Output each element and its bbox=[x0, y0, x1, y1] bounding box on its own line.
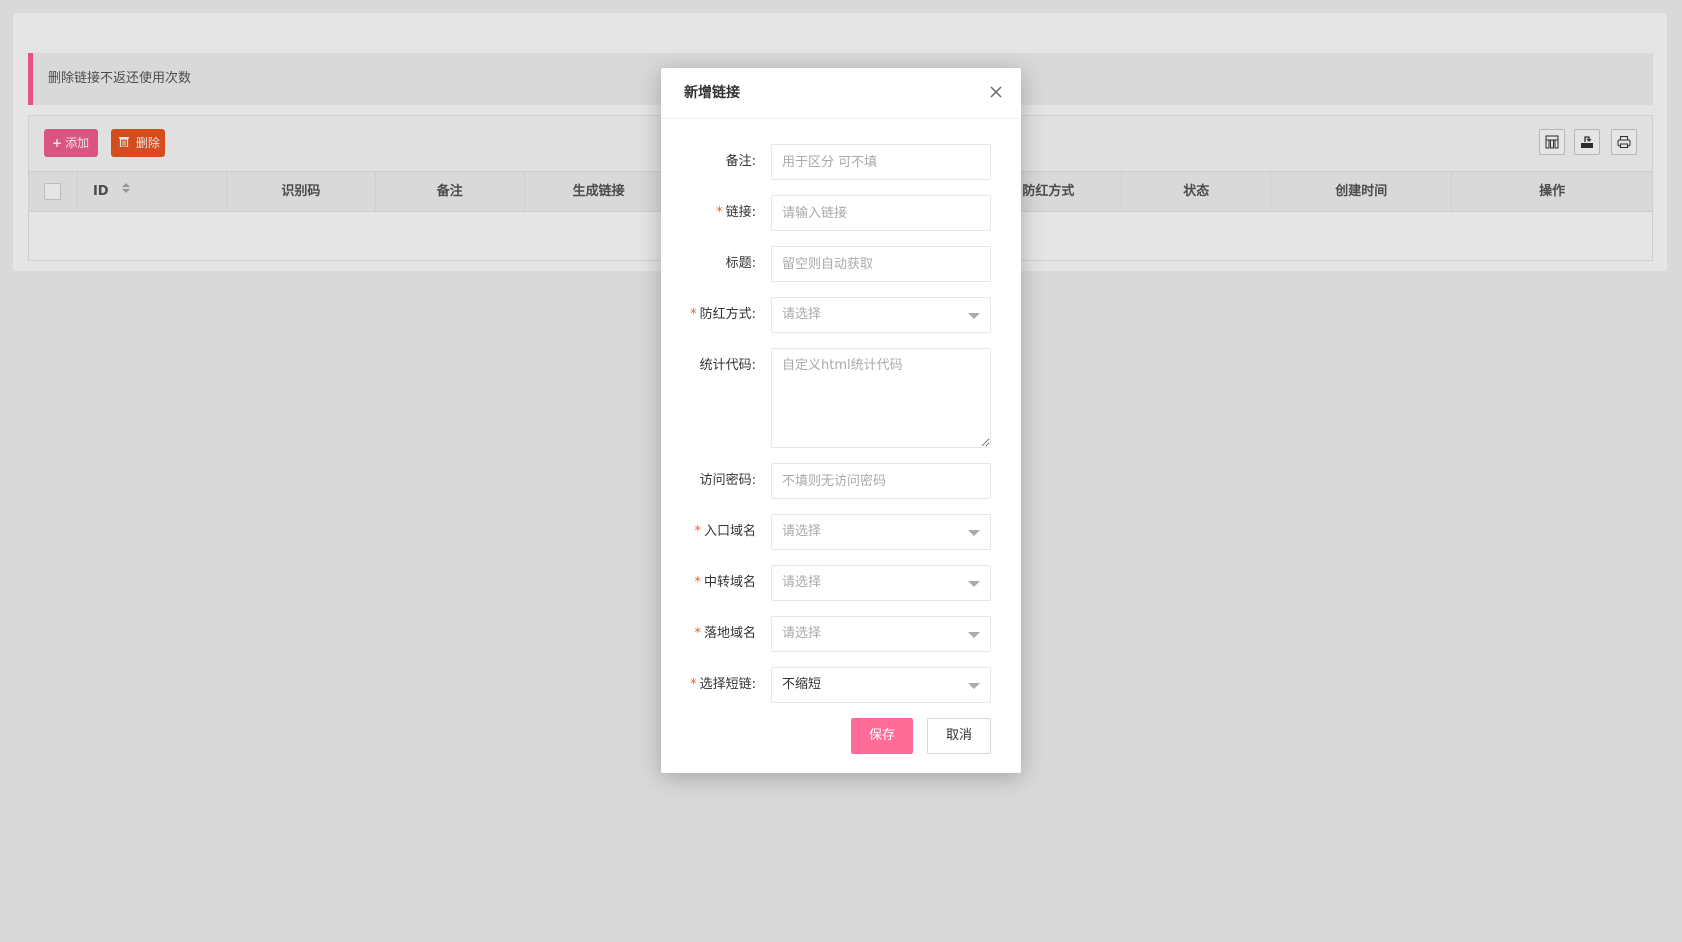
add-link-dialog: 新增链接 备注: *链接: 标题: *防红方式: 请选择 统计代码: 访问密码:… bbox=[661, 68, 1021, 773]
short-link-label: * 选择短链: bbox=[661, 667, 756, 703]
landing-domain-label: * 落地域名 bbox=[661, 616, 756, 652]
required-mark: * bbox=[694, 575, 701, 590]
landing-domain-label-text: 落地域名 bbox=[703, 626, 756, 641]
dialog-header: 新增链接 bbox=[661, 68, 1021, 119]
entry-domain-label: * 入口域名 bbox=[661, 514, 756, 550]
remark-label: 备注: bbox=[725, 154, 756, 169]
relay-domain-label: * 中转域名 bbox=[661, 565, 756, 601]
password-label: 访问密码: bbox=[699, 473, 756, 488]
chevron-down-icon bbox=[968, 313, 980, 319]
link-label-text: 链接: bbox=[725, 205, 756, 220]
short-link-value: 不缩短 bbox=[782, 677, 822, 692]
required-mark: * bbox=[690, 677, 697, 692]
chevron-down-icon bbox=[968, 581, 980, 587]
short-link-select[interactable]: 不缩短 bbox=[771, 667, 991, 703]
stats-code-textarea[interactable] bbox=[771, 348, 991, 448]
landing-domain-select[interactable]: 请选择 bbox=[771, 616, 991, 652]
link-input[interactable] bbox=[771, 195, 991, 231]
landing-domain-placeholder: 请选择 bbox=[782, 626, 822, 641]
relay-domain-select[interactable]: 请选择 bbox=[771, 565, 991, 601]
entry-domain-placeholder: 请选择 bbox=[782, 524, 822, 539]
dialog-title: 新增链接 bbox=[684, 85, 740, 101]
title-input[interactable] bbox=[771, 246, 991, 282]
link-label: * 链接: bbox=[661, 195, 756, 231]
required-mark: * bbox=[694, 626, 701, 641]
required-mark: * bbox=[690, 307, 697, 322]
relay-domain-placeholder: 请选择 bbox=[782, 575, 822, 590]
cancel-button[interactable]: 取消 bbox=[927, 718, 991, 754]
remark-input[interactable] bbox=[771, 144, 991, 180]
entry-domain-select[interactable]: 请选择 bbox=[771, 514, 991, 550]
chevron-down-icon bbox=[968, 683, 980, 689]
password-input[interactable] bbox=[771, 463, 991, 499]
save-button[interactable]: 保存 bbox=[851, 718, 913, 754]
stats-code-label: 统计代码: bbox=[699, 358, 756, 373]
protect-label-text: 防红方式: bbox=[699, 307, 756, 322]
title-label: 标题: bbox=[725, 256, 756, 271]
entry-domain-label-text: 入口域名 bbox=[703, 524, 756, 539]
chevron-down-icon bbox=[968, 530, 980, 536]
protect-label: * 防红方式: bbox=[661, 297, 756, 333]
short-link-label-text: 选择短链: bbox=[699, 677, 756, 692]
protect-select[interactable]: 请选择 bbox=[771, 297, 991, 333]
chevron-down-icon bbox=[968, 632, 980, 638]
relay-domain-label-text: 中转域名 bbox=[703, 575, 756, 590]
protect-select-placeholder: 请选择 bbox=[782, 307, 822, 322]
required-mark: * bbox=[716, 205, 723, 220]
required-mark: * bbox=[694, 524, 701, 539]
close-icon[interactable] bbox=[987, 83, 1005, 101]
